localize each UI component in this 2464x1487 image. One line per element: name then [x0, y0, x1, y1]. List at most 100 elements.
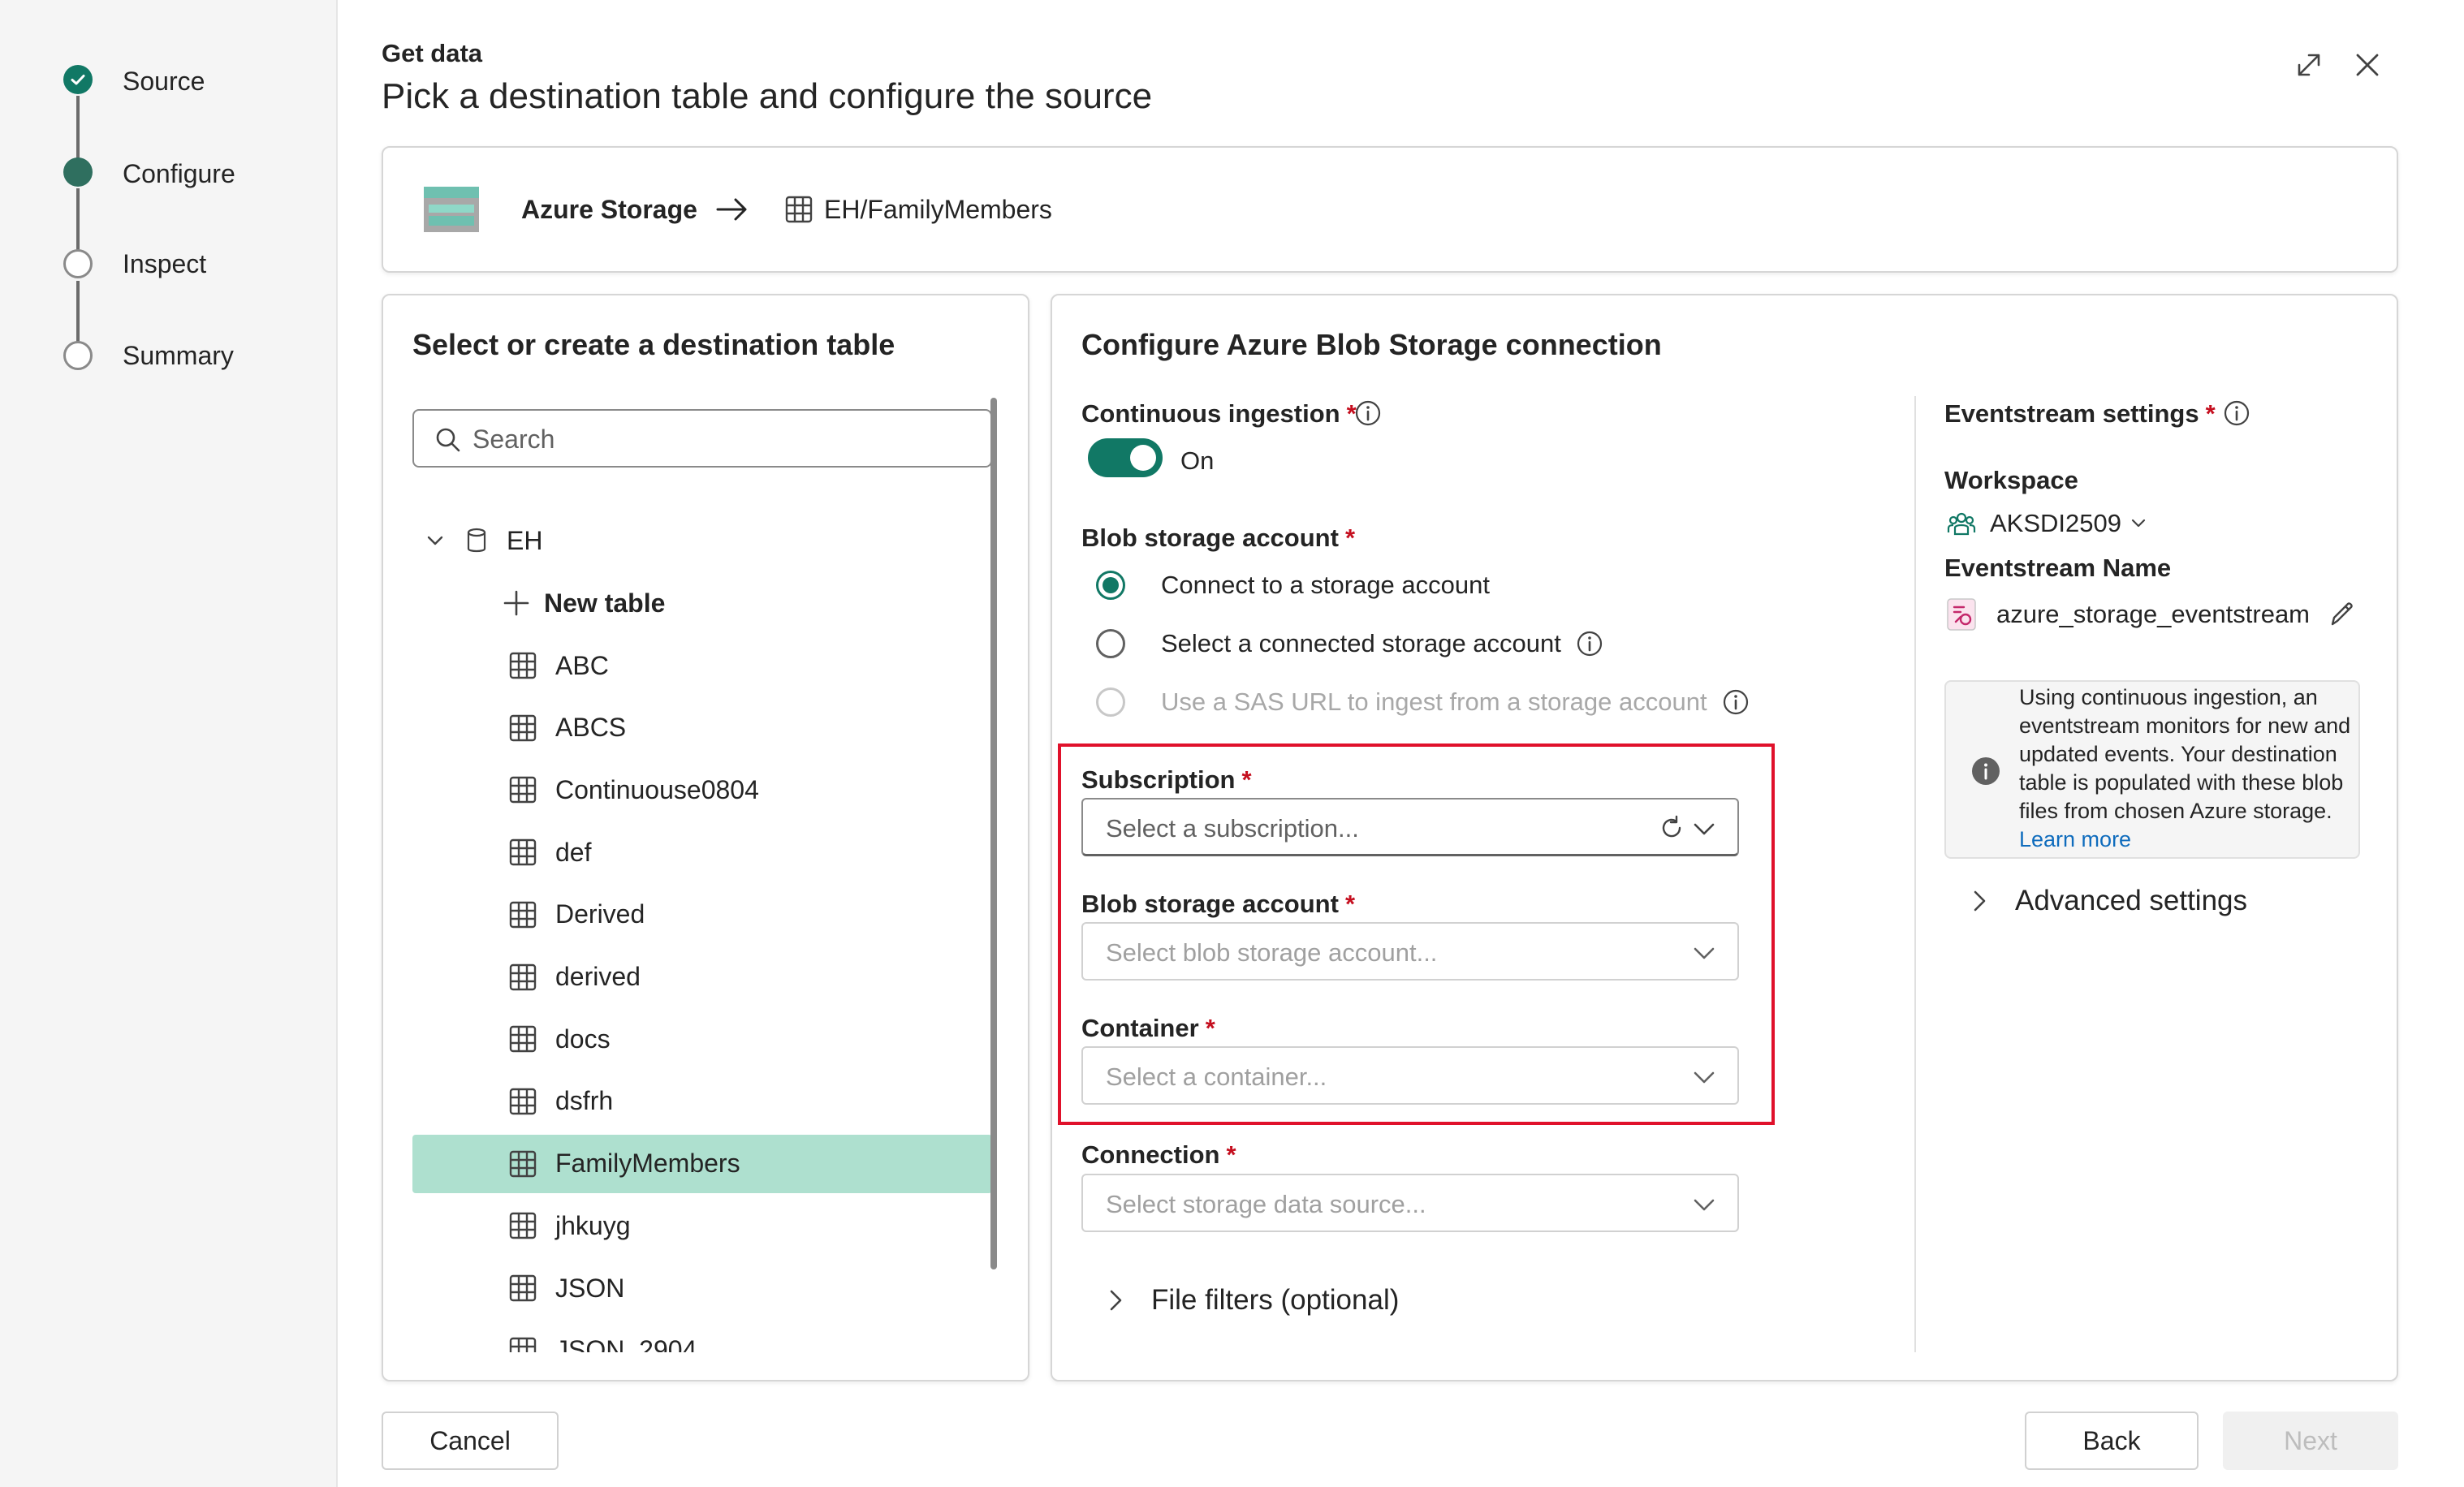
chevron-down-icon: [1694, 823, 1715, 835]
expand-button[interactable]: [2285, 41, 2333, 89]
new-table-button[interactable]: New table: [412, 574, 992, 632]
connection-text: Connection: [1081, 1140, 1220, 1169]
step-pending-icon: [63, 341, 93, 370]
radio-connect-label: Connect to a storage account: [1161, 571, 1490, 599]
eventstream-settings-title: Eventstream settings *: [1944, 399, 2216, 429]
refresh-icon[interactable]: [1658, 814, 1685, 842]
page-title: Pick a destination table and configure t…: [382, 76, 1153, 116]
radio-sas-url[interactable]: Use a SAS URL to ingest from a storage a…: [1096, 687, 1750, 717]
database-icon: [467, 528, 486, 553]
radio-button[interactable]: [1096, 687, 1125, 717]
table-row[interactable]: Continuouse0804: [412, 761, 992, 819]
table-row[interactable]: derived: [412, 948, 992, 1006]
file-filters-expander[interactable]: File filters (optional): [1104, 1284, 1399, 1317]
chevron-down-icon[interactable]: [424, 529, 447, 552]
wizard-stepper: Source Configure Inspect Summary: [0, 0, 338, 1487]
step-inspect: Inspect: [123, 249, 207, 278]
cancel-button[interactable]: Cancel: [382, 1412, 559, 1470]
info-icon[interactable]: [1354, 399, 1382, 427]
step-connector: [76, 188, 80, 253]
blob-account-label: Blob storage account *: [1081, 524, 1355, 553]
required-mark: *: [1344, 524, 1356, 552]
info-icon[interactable]: [2223, 399, 2250, 427]
chevron-down-icon: [1694, 1071, 1715, 1084]
blob-placeholder: Select blob storage account...: [1106, 938, 1438, 967]
table-row[interactable]: ABCS: [412, 699, 992, 757]
workspace-icon: [1947, 512, 1976, 536]
info-icon[interactable]: [1576, 630, 1603, 657]
database-label: EH: [507, 525, 543, 555]
radio-connect-storage[interactable]: Connect to a storage account: [1096, 571, 1490, 600]
step-done-icon: [63, 65, 93, 94]
blob-account-text: Blob storage account: [1081, 524, 1339, 552]
table-row[interactable]: jhkuyg: [412, 1196, 992, 1255]
radio-select-label: Select a connected storage account: [1161, 629, 1561, 657]
destination-path: EH/FamilyMembers: [824, 195, 1052, 224]
blob-select-text: Blob storage account: [1081, 890, 1339, 918]
arrow-right-icon: [714, 193, 750, 226]
container-dropdown[interactable]: Select a container...: [1081, 1046, 1739, 1105]
table-icon: [509, 714, 537, 741]
next-button[interactable]: Next: [2223, 1412, 2398, 1470]
radio-button[interactable]: [1096, 571, 1125, 600]
info-message: Using continuous ingestion, an eventstre…: [2019, 685, 2351, 823]
table-row[interactable]: JSON_2904: [412, 1321, 992, 1352]
chevron-down-icon: [2131, 519, 2146, 528]
eventstream-name-label: Eventstream Name: [1944, 554, 2172, 582]
table-row[interactable]: FamilyMembers: [412, 1134, 992, 1193]
table-icon: [509, 1213, 537, 1239]
advanced-settings-expander[interactable]: Advanced settings: [1968, 885, 2247, 917]
new-table-label: New table: [544, 588, 666, 618]
table-name: Derived: [555, 899, 645, 929]
learn-more-link[interactable]: Learn more: [2019, 827, 2131, 851]
table-row[interactable]: def: [412, 823, 992, 881]
advanced-settings-label: Advanced settings: [2015, 885, 2248, 916]
table-row[interactable]: dsfrh: [412, 1072, 992, 1131]
eventstream-title-text: Eventstream settings: [1944, 399, 2199, 428]
table-row[interactable]: docs: [412, 1010, 992, 1068]
edit-pencil-icon[interactable]: [2326, 598, 2358, 631]
table-list-scrollbar[interactable]: [990, 398, 997, 1269]
step-pending-icon: [63, 249, 93, 278]
eventstream-icon: [1947, 598, 1976, 631]
table-row[interactable]: Derived: [412, 886, 992, 944]
search-input[interactable]: [471, 420, 977, 458]
required-mark: *: [1344, 890, 1356, 918]
table-icon: [509, 652, 537, 679]
info-text: Using continuous ingestion, an eventstre…: [2019, 683, 2357, 854]
subscription-text: Subscription: [1081, 765, 1236, 794]
table-row[interactable]: ABC: [412, 636, 992, 695]
blob-account-dropdown[interactable]: Select blob storage account...: [1081, 922, 1739, 981]
tree-database-eh[interactable]: EH: [412, 511, 992, 570]
required-mark: *: [1205, 1014, 1215, 1042]
close-button[interactable]: [2343, 41, 2392, 89]
subscription-dropdown[interactable]: Select a subscription...: [1081, 798, 1739, 856]
container-placeholder: Select a container...: [1106, 1062, 1327, 1091]
info-icon[interactable]: [1722, 688, 1750, 716]
table-name: docs: [555, 1024, 611, 1054]
required-mark: *: [1241, 765, 1252, 794]
table-row[interactable]: JSON: [412, 1259, 992, 1317]
connection-placeholder: Select storage data source...: [1106, 1190, 1426, 1218]
radio-select-connected[interactable]: Select a connected storage account: [1096, 629, 1603, 658]
chevron-right-icon: [1110, 1290, 1122, 1311]
container-text: Container: [1081, 1014, 1199, 1042]
blob-select-label: Blob storage account *: [1081, 890, 1355, 919]
radio-button[interactable]: [1096, 629, 1125, 658]
workspace-label: Workspace: [1944, 466, 2078, 494]
required-mark: *: [2205, 399, 2216, 428]
table-icon: [509, 901, 537, 928]
continuous-ingestion-toggle[interactable]: [1088, 438, 1163, 477]
table-name: derived: [555, 962, 641, 991]
table-icon: [509, 1088, 537, 1115]
connection-dropdown[interactable]: Select storage data source...: [1081, 1174, 1739, 1232]
back-button[interactable]: Back: [2025, 1412, 2199, 1470]
table-icon: [509, 1274, 537, 1302]
table-icon: [509, 777, 537, 804]
workspace-selector[interactable]: AKSDI2509: [1946, 508, 2147, 539]
required-mark: *: [1226, 1140, 1236, 1169]
eventstream-name-row: azure_storage_eventstream: [1946, 597, 2358, 631]
table-search[interactable]: [412, 409, 992, 468]
step-connector: [76, 281, 80, 346]
table-icon: [509, 963, 537, 990]
